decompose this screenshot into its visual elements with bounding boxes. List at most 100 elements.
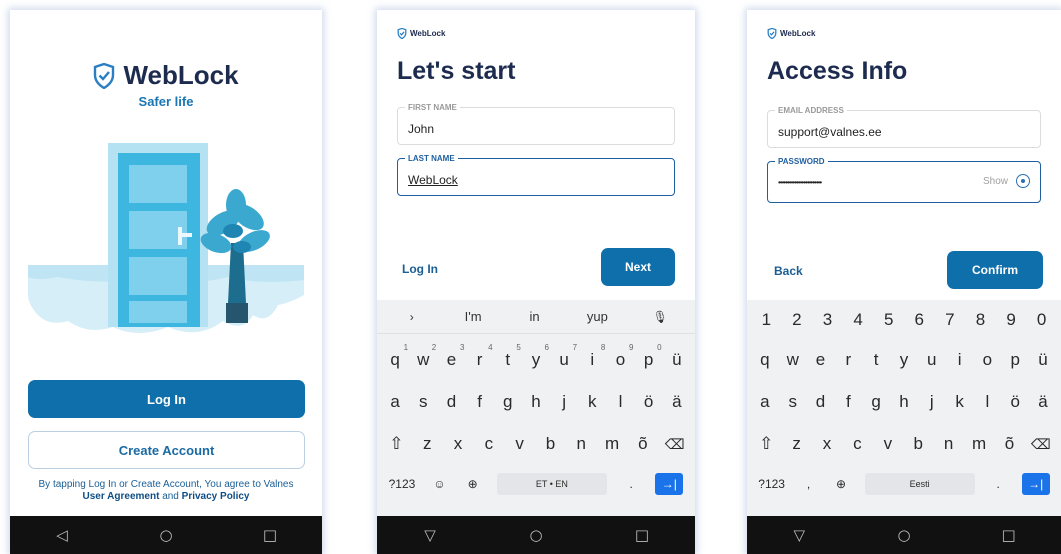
space-key[interactable]: Eesti — [864, 473, 975, 495]
key[interactable]: 0 — [1033, 310, 1051, 330]
key[interactable]: j — [923, 392, 941, 412]
key[interactable]: 7 — [941, 310, 959, 330]
key[interactable]: ö — [1006, 392, 1024, 412]
key[interactable]: l — [978, 392, 996, 412]
period-key[interactable]: . — [989, 477, 1007, 491]
nav-recents-icon[interactable]: □ — [250, 526, 290, 544]
key[interactable]: n — [940, 434, 958, 454]
user-agreement-link[interactable]: User Agreement — [83, 491, 160, 502]
password-field[interactable]: PASSWORD •••••••••••••••••••••••• Show — [767, 157, 1041, 203]
period-key[interactable]: . — [622, 477, 640, 491]
key[interactable]: p0 — [640, 343, 662, 370]
nav-recents-icon[interactable]: □ — [989, 526, 1029, 544]
key[interactable]: õ — [634, 434, 652, 454]
globe-icon[interactable]: ⊕ — [832, 477, 850, 491]
key[interactable]: 3 — [818, 310, 836, 330]
last-name-field[interactable]: LAST NAME WebLock — [397, 154, 675, 196]
email-field[interactable]: EMAIL ADDRESS support@valnes.ee — [767, 106, 1041, 148]
suggestion-item[interactable]: I'm — [464, 309, 482, 324]
symbols-key[interactable]: ?123 — [389, 477, 416, 491]
key[interactable]: w2 — [414, 343, 436, 370]
key[interactable]: q — [756, 350, 774, 370]
nav-back-icon[interactable]: ▽ — [410, 526, 450, 544]
nav-back-icon[interactable]: ▽ — [779, 526, 819, 544]
key[interactable]: u7 — [555, 343, 577, 370]
key[interactable]: o9 — [611, 343, 634, 370]
key[interactable]: p — [1006, 350, 1024, 370]
key[interactable]: g — [867, 392, 885, 412]
privacy-policy-link[interactable]: Privacy Policy — [182, 491, 250, 502]
key[interactable]: k — [951, 392, 969, 412]
key[interactable]: s — [784, 392, 802, 412]
nav-back-icon[interactable]: ◁ — [42, 526, 82, 544]
key[interactable]: y6 — [527, 343, 549, 370]
key[interactable]: r — [839, 350, 857, 370]
key[interactable]: i — [951, 350, 969, 370]
key[interactable]: o — [978, 350, 996, 370]
key[interactable]: 2 — [788, 310, 806, 330]
key[interactable]: i8 — [583, 343, 605, 370]
key[interactable]: b — [909, 434, 927, 454]
key[interactable]: e — [812, 350, 830, 370]
key[interactable]: m — [603, 434, 621, 454]
key[interactable]: h — [895, 392, 913, 412]
key[interactable]: w — [784, 350, 802, 370]
shift-icon[interactable]: ⇧ — [757, 434, 775, 454]
key[interactable]: ü — [1034, 350, 1052, 370]
key[interactable]: ä — [668, 392, 686, 412]
microphone-icon[interactable]: 🎙 — [651, 310, 669, 324]
key[interactable]: l — [611, 392, 629, 412]
key[interactable]: a — [386, 392, 404, 412]
key[interactable]: 9 — [1002, 310, 1020, 330]
shift-icon[interactable]: ⇧ — [387, 434, 405, 454]
key[interactable]: h — [527, 392, 545, 412]
key[interactable]: a — [756, 392, 774, 412]
key[interactable]: n — [572, 434, 590, 454]
key[interactable]: x — [818, 434, 836, 454]
key[interactable]: x — [449, 434, 467, 454]
nav-home-icon[interactable]: ○ — [884, 526, 924, 544]
key[interactable]: 6 — [910, 310, 928, 330]
key[interactable]: s — [414, 392, 432, 412]
login-button[interactable]: Log In — [28, 380, 305, 418]
backspace-icon[interactable]: ⌫ — [665, 436, 685, 453]
key[interactable]: f — [839, 392, 857, 412]
key[interactable]: t — [867, 350, 885, 370]
comma-key[interactable]: , — [800, 477, 818, 491]
suggestion-item[interactable]: yup — [587, 309, 608, 324]
key[interactable]: u — [923, 350, 941, 370]
next-button[interactable]: Next — [601, 248, 675, 286]
enter-key-icon[interactable]: →| — [655, 473, 684, 495]
key[interactable]: 8 — [971, 310, 989, 330]
nav-home-icon[interactable]: ○ — [146, 526, 186, 544]
confirm-button[interactable]: Confirm — [947, 251, 1043, 289]
nav-recents-icon[interactable]: □ — [622, 526, 662, 544]
first-name-field[interactable]: FIRST NAME John — [397, 103, 675, 145]
key[interactable]: j — [555, 392, 573, 412]
key[interactable]: d — [812, 392, 830, 412]
emoji-icon[interactable]: ☺ — [431, 477, 449, 491]
backspace-icon[interactable]: ⌫ — [1031, 436, 1051, 453]
key[interactable]: c — [480, 434, 498, 454]
key[interactable]: b — [541, 434, 559, 454]
key[interactable]: t5 — [499, 343, 520, 370]
key[interactable]: r4 — [471, 343, 493, 370]
key[interactable]: ö — [640, 392, 658, 412]
key[interactable]: ü — [668, 350, 686, 370]
key[interactable]: 1 — [757, 310, 775, 330]
nav-home-icon[interactable]: ○ — [516, 526, 556, 544]
enter-key-icon[interactable]: →| — [1021, 473, 1050, 495]
key[interactable]: 4 — [849, 310, 867, 330]
key[interactable]: d — [442, 392, 460, 412]
chevron-right-icon[interactable]: › — [403, 310, 421, 324]
key[interactable]: e3 — [442, 343, 465, 370]
key[interactable]: z — [788, 434, 806, 454]
key[interactable]: g — [499, 392, 517, 412]
key[interactable]: f — [471, 392, 489, 412]
key[interactable]: c — [848, 434, 866, 454]
key[interactable]: v — [879, 434, 897, 454]
key[interactable]: k — [583, 392, 601, 412]
back-link[interactable]: Back — [774, 264, 803, 278]
key[interactable]: y — [895, 350, 913, 370]
key[interactable]: m — [970, 434, 988, 454]
